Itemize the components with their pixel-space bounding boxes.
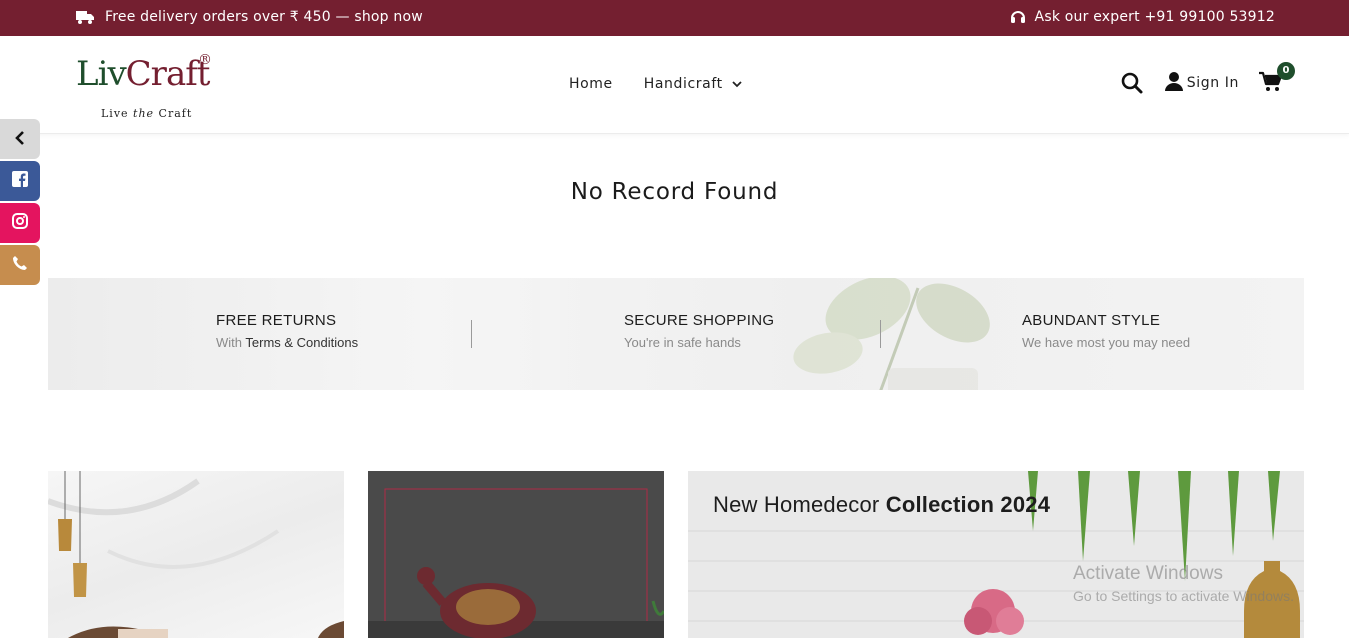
truck-icon — [75, 9, 95, 25]
feature-divider — [880, 320, 881, 348]
no-record-message: No Record Found — [570, 179, 779, 205]
ask-expert-text: Ask our expert +91 99100 53912 — [1034, 9, 1275, 25]
free-delivery-text: Free delivery orders over ₹ 450 — shop n… — [105, 9, 423, 25]
sign-in-label: Sign In — [1186, 75, 1239, 91]
sign-in-link[interactable]: Sign In — [1164, 71, 1239, 95]
header-actions: Sign In 0 — [1120, 62, 1295, 98]
feature-title: FREE RETURNS — [216, 312, 337, 329]
nav-handicraft[interactable]: Handicraft — [644, 76, 742, 92]
livcraft-logo[interactable]: LivCraft ® Live the Craft — [76, 52, 226, 124]
feature-divider — [471, 320, 472, 348]
homedecor-title: New Homedecor Collection 2024 — [713, 492, 1051, 517]
logo-tagline: Live the Craft — [101, 107, 193, 120]
user-icon — [1164, 71, 1183, 95]
headset-icon — [1010, 9, 1026, 25]
feature-subtitle: We have most you may need — [1022, 335, 1191, 350]
free-delivery-notice[interactable]: Free delivery orders over ₹ 450 — shop n… — [75, 9, 423, 25]
plant-decoration-image — [793, 278, 990, 390]
main-nav: Home Handicraft — [569, 76, 742, 92]
terms-link[interactable]: Terms & Conditions — [245, 335, 358, 350]
banner-lamps[interactable] — [48, 471, 344, 638]
cart-button[interactable]: 0 — [1259, 62, 1295, 98]
feature-title: ABUNDANT STYLE — [1022, 312, 1161, 329]
features-band: FREE RETURNS With Terms & Conditions SEC… — [48, 278, 1304, 390]
banner-homedecor-collection[interactable]: New Homedecor Collection 2024 — [688, 471, 1304, 638]
instagram-link[interactable] — [0, 203, 40, 243]
registered-mark: ® — [198, 52, 212, 68]
cart-icon — [1259, 71, 1283, 98]
site-header: LivCraft ® Live the Craft Home Handicraf… — [0, 36, 1349, 134]
chevron-down-icon — [732, 76, 742, 92]
feature-subtitle: You're in safe hands — [624, 335, 741, 350]
feature-title: SECURE SHOPPING — [624, 312, 775, 329]
ask-expert[interactable]: Ask our expert +91 99100 53912 — [1010, 9, 1275, 25]
phone-link[interactable] — [0, 245, 40, 285]
top-announcement-bar: Free delivery orders over ₹ 450 — shop n… — [0, 0, 1349, 36]
feature-secure-shopping: SECURE SHOPPING You're in safe hands — [624, 312, 774, 350]
activate-windows-watermark: Activate Windows Go to Settings to activ… — [1073, 563, 1294, 604]
phone-icon — [12, 255, 28, 275]
nav-home[interactable]: Home — [569, 76, 613, 92]
social-toggle-button[interactable] — [0, 119, 40, 159]
chevron-left-icon — [15, 130, 25, 149]
cart-count-badge: 0 — [1277, 62, 1295, 80]
search-icon[interactable] — [1120, 71, 1144, 95]
instagram-icon — [12, 213, 28, 233]
feature-free-returns: FREE RETURNS With Terms & Conditions — [216, 312, 358, 350]
banner-tortoise[interactable] — [368, 471, 664, 638]
feature-abundant-style: ABUNDANT STYLE We have most you may need — [1022, 312, 1190, 350]
feature-subtitle: With Terms & Conditions — [216, 335, 359, 350]
lamp-decor-image — [48, 471, 344, 638]
tortoise-decor-image — [368, 488, 664, 638]
